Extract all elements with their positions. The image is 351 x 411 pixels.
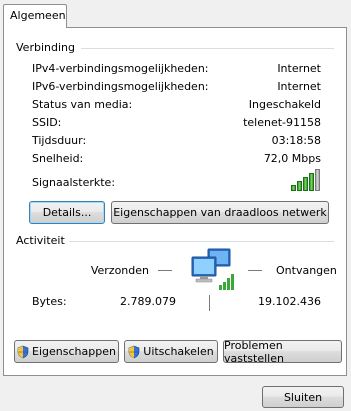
ipv6-value: Internet	[277, 80, 321, 93]
received-line	[248, 270, 262, 271]
activity-group-divider	[69, 241, 334, 242]
sent-label: Verzonden	[90, 264, 149, 277]
ssid-value: telenet-91158	[243, 116, 321, 129]
bytes-received-value: 19.102.436	[258, 295, 321, 308]
media-status-value: Ingeschakeld	[248, 98, 321, 111]
signal-bar	[297, 181, 302, 191]
ipv4-value: Internet	[277, 62, 321, 75]
properties-button[interactable]: Eigenschappen	[14, 340, 119, 363]
wireless-properties-button-label: Eigenschappen van draadloos netwerk	[113, 206, 327, 219]
details-button-label: Details...	[42, 206, 92, 219]
ipv4-label: IPv4-verbindingsmogelijkheden:	[32, 62, 209, 75]
signal-bar	[315, 169, 320, 191]
ssid-label: SSID:	[32, 116, 62, 129]
disable-button[interactable]: Uitschakelen	[124, 340, 218, 363]
activity-group-title: Activiteit	[16, 234, 71, 247]
uac-shield-icon	[128, 345, 140, 358]
ipv6-label: IPv6-verbindingsmogelijkheden:	[32, 80, 209, 93]
wireless-properties-button[interactable]: Eigenschappen van draadloos netwerk	[111, 201, 329, 224]
uac-shield-icon	[17, 345, 29, 358]
network-computers-icon	[191, 248, 234, 290]
disable-button-label: Uitschakelen	[143, 345, 214, 358]
signal-strength-icon	[291, 167, 323, 191]
diagnose-button[interactable]: Problemen vaststellen	[223, 338, 342, 365]
signal-bar	[309, 173, 314, 191]
received-label: Ontvangen	[276, 264, 337, 277]
signal-bar	[303, 177, 308, 191]
connection-group-divider	[81, 48, 334, 49]
tab-panel-general: Verbinding IPv4-verbindingsmogelijkheden…	[3, 27, 347, 376]
signal-strength-label: Signaalsterkte:	[32, 176, 116, 189]
signal-bar	[291, 185, 296, 191]
details-button[interactable]: Details...	[29, 201, 105, 224]
tab-general[interactable]: Algemeen	[3, 4, 67, 28]
duration-label: Tijdsduur:	[32, 134, 87, 147]
media-status-label: Status van media:	[32, 98, 133, 111]
close-button[interactable]: Sluiten	[262, 386, 344, 408]
bytes-sent-value: 2.789.079	[120, 295, 176, 308]
connection-group-title: Verbinding	[16, 41, 81, 54]
duration-value: 03:18:58	[271, 134, 321, 147]
properties-button-label: Eigenschappen	[32, 345, 116, 358]
speed-value: 72,0 Mbps	[263, 152, 321, 165]
bytes-label: Bytes:	[32, 295, 67, 308]
bytes-divider	[209, 295, 210, 311]
close-button-label: Sluiten	[283, 390, 323, 404]
sent-line	[158, 270, 172, 271]
diagnose-button-label: Problemen vaststellen	[224, 338, 284, 365]
speed-label: Snelheid:	[32, 152, 84, 165]
